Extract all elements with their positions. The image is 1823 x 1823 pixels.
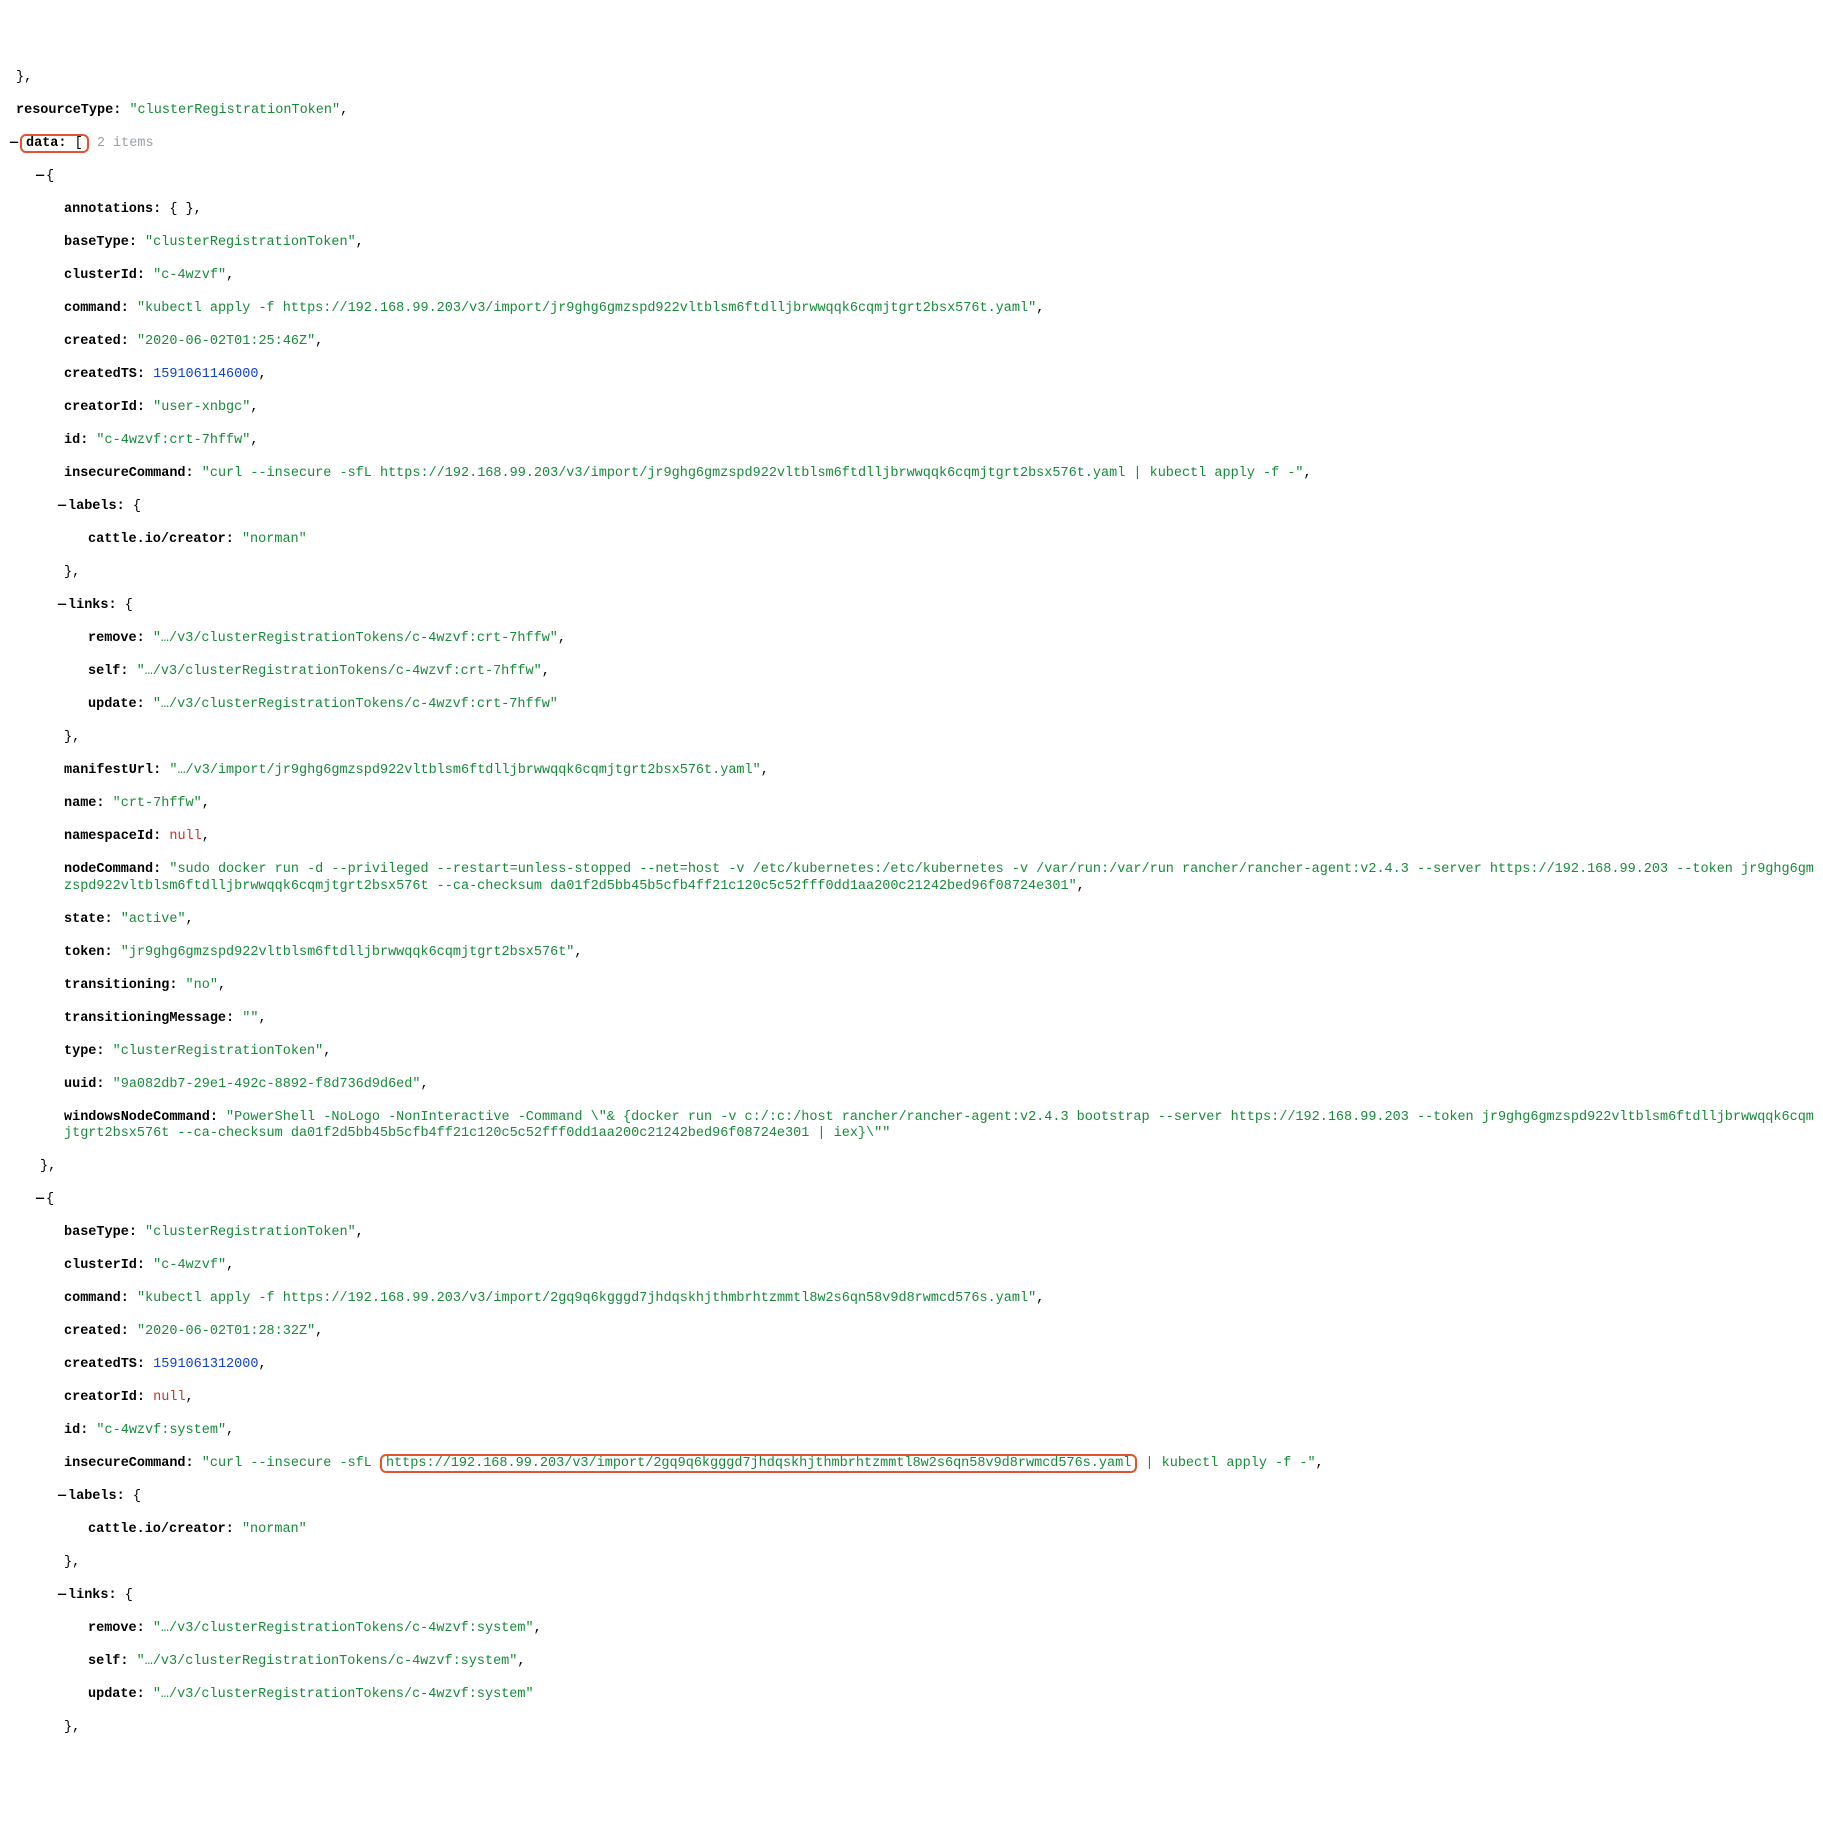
- json-field-id: id: "c-4wzvf:crt-7hffw",: [8, 433, 1815, 450]
- collapse-toggle[interactable]: —: [56, 598, 68, 615]
- json-field-resourcetype: resourceType: "clusterRegistrationToken"…: [8, 103, 1815, 120]
- items-count: 2 items: [97, 136, 154, 151]
- json-field-insecurecommand: insecureCommand: "curl --insecure -sfL h…: [8, 1456, 1815, 1473]
- collapse-toggle[interactable]: —: [34, 169, 46, 186]
- json-field-data: —data: [ 2 items: [8, 136, 1815, 153]
- json-field-created: created: "2020-06-02T01:28:32Z",: [8, 1324, 1815, 1341]
- json-field-basetype: baseType: "clusterRegistrationToken",: [8, 235, 1815, 252]
- json-field-type: type: "clusterRegistrationToken",: [8, 1044, 1815, 1061]
- json-array-item-open: —{: [8, 169, 1815, 186]
- json-field-clusterid: clusterId: "c-4wzvf",: [8, 268, 1815, 285]
- collapse-toggle[interactable]: —: [56, 499, 68, 516]
- json-field-labels-creator: cattle.io/creator: "norman": [8, 1522, 1815, 1539]
- json-field-links-update: update: "…/v3/clusterRegistrationTokens/…: [8, 697, 1815, 714]
- highlight-import-url: https://192.168.99.203/v3/import/2gq9q6k…: [380, 1454, 1137, 1473]
- json-line: },: [8, 1159, 1815, 1176]
- json-field-command: command: "kubectl apply -f https://192.1…: [8, 1291, 1815, 1308]
- json-field-links-self: self: "…/v3/clusterRegistrationTokens/c-…: [8, 1654, 1815, 1671]
- json-field-links: —links: {: [8, 1588, 1815, 1605]
- json-field-clusterid: clusterId: "c-4wzvf",: [8, 1258, 1815, 1275]
- brace-close: }: [16, 70, 24, 85]
- json-field-manifesturl: manifestUrl: "…/v3/import/jr9ghg6gmzspd9…: [8, 763, 1815, 780]
- json-line: },: [8, 730, 1815, 747]
- json-line: },: [8, 1555, 1815, 1572]
- json-field-name: name: "crt-7hffw",: [8, 796, 1815, 813]
- json-field-transitioningmessage: transitioningMessage: "",: [8, 1011, 1815, 1028]
- json-line: },: [8, 70, 1815, 87]
- json-field-nodecommand: nodeCommand: "sudo docker run -d --privi…: [8, 862, 1815, 895]
- json-field-labels: —labels: {: [8, 1489, 1815, 1506]
- json-line: },: [8, 565, 1815, 582]
- json-field-links-self: self: "…/v3/clusterRegistrationTokens/c-…: [8, 664, 1815, 681]
- json-line: },: [8, 1720, 1815, 1737]
- json-field-createdts: createdTS: 1591061146000,: [8, 367, 1815, 384]
- json-field-labels: —labels: {: [8, 499, 1815, 516]
- json-field-command: command: "kubectl apply -f https://192.1…: [8, 301, 1815, 318]
- json-array-item-open: —{: [8, 1192, 1815, 1209]
- highlight-data-key: data: [: [20, 134, 89, 153]
- json-field-created: created: "2020-06-02T01:25:46Z",: [8, 334, 1815, 351]
- json-field-uuid: uuid: "9a082db7-29e1-492c-8892-f8d736d9d…: [8, 1077, 1815, 1094]
- json-field-insecurecommand: insecureCommand: "curl --insecure -sfL h…: [8, 466, 1815, 483]
- collapse-toggle[interactable]: —: [8, 136, 20, 153]
- collapse-toggle[interactable]: —: [56, 1588, 68, 1605]
- json-field-links-remove: remove: "…/v3/clusterRegistrationTokens/…: [8, 631, 1815, 648]
- collapse-toggle[interactable]: —: [56, 1489, 68, 1506]
- json-field-id: id: "c-4wzvf:system",: [8, 1423, 1815, 1440]
- json-field-links-update: update: "…/v3/clusterRegistrationTokens/…: [8, 1687, 1815, 1704]
- collapse-toggle[interactable]: —: [34, 1192, 46, 1209]
- json-field-links-remove: remove: "…/v3/clusterRegistrationTokens/…: [8, 1621, 1815, 1638]
- json-field-transitioning: transitioning: "no",: [8, 978, 1815, 995]
- json-field-creatorid: creatorId: "user-xnbgc",: [8, 400, 1815, 417]
- json-field-namespaceid: namespaceId: null,: [8, 829, 1815, 846]
- json-field-windowsnodecommand: windowsNodeCommand: "PowerShell -NoLogo …: [8, 1110, 1815, 1143]
- json-field-links: —links: {: [8, 598, 1815, 615]
- json-field-annotations: annotations: { },: [8, 202, 1815, 219]
- json-field-createdts: createdTS: 1591061312000,: [8, 1357, 1815, 1374]
- json-field-state: state: "active",: [8, 912, 1815, 929]
- json-field-token: token: "jr9ghg6gmzspd922vltblsm6ftdlljbr…: [8, 945, 1815, 962]
- json-field-labels-creator: cattle.io/creator: "norman": [8, 532, 1815, 549]
- json-field-creatorid: creatorId: null,: [8, 1390, 1815, 1407]
- json-field-basetype: baseType: "clusterRegistrationToken",: [8, 1225, 1815, 1242]
